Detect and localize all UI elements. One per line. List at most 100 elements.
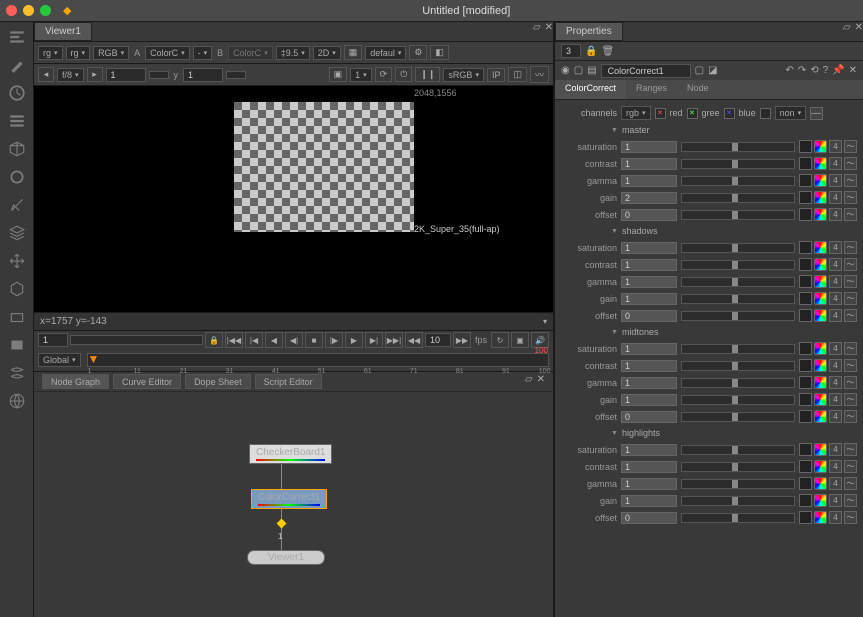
color-wheel-icon[interactable] bbox=[814, 241, 827, 254]
next-icon[interactable]: ▸ bbox=[87, 67, 103, 82]
param-value[interactable] bbox=[621, 209, 677, 221]
fstop[interactable]: f/8 bbox=[57, 68, 84, 82]
viewer-area[interactable]: 2048,1556 2K_Super_35(full-ap) bbox=[34, 86, 553, 312]
chk-blue[interactable]: ✕ bbox=[724, 108, 735, 119]
util-icon-1[interactable]: ▢ bbox=[695, 65, 704, 76]
minimize-window[interactable] bbox=[23, 5, 34, 16]
color-wheel-icon[interactable] bbox=[814, 140, 827, 153]
param-slider[interactable] bbox=[681, 277, 795, 287]
section-master[interactable]: master bbox=[561, 122, 857, 138]
curve-icon[interactable]: ～ bbox=[844, 258, 857, 271]
hexagon-icon[interactable] bbox=[8, 280, 26, 298]
colorc-sel-a[interactable]: ColorC bbox=[145, 46, 190, 60]
close-node-icon[interactable]: ✕ bbox=[849, 65, 857, 76]
node-checkerboard[interactable]: CheckerBoard1 bbox=[249, 444, 332, 464]
loop-back-icon[interactable]: ◀◀ bbox=[405, 332, 423, 348]
refresh-icon[interactable]: ⟳ bbox=[375, 67, 393, 82]
undo-icon[interactable]: ↶ bbox=[785, 65, 793, 76]
playhead-icon[interactable]: ▼ bbox=[88, 352, 100, 366]
float-props-icon[interactable]: ▱ bbox=[843, 22, 851, 41]
help-icon[interactable]: ? bbox=[823, 65, 829, 76]
curve-icon[interactable]: ～ bbox=[844, 342, 857, 355]
swatch-icon[interactable] bbox=[799, 511, 812, 524]
curve-icon[interactable]: ～ bbox=[844, 511, 857, 524]
rgb-sel[interactable]: RGB bbox=[93, 46, 129, 60]
float-icon[interactable]: ▱ bbox=[533, 22, 541, 41]
prev-key-icon[interactable]: |◀ bbox=[245, 332, 263, 348]
param-value[interactable] bbox=[621, 310, 677, 322]
close-tab-icon[interactable]: ✕ bbox=[545, 22, 553, 41]
four-icon[interactable]: 4 bbox=[829, 494, 842, 507]
power-icon[interactable]: ⏻ bbox=[395, 67, 412, 82]
swatch-icon[interactable] bbox=[799, 494, 812, 507]
play-back-icon[interactable]: ◀| bbox=[285, 332, 303, 348]
param-slider[interactable] bbox=[681, 176, 795, 186]
cube-icon[interactable] bbox=[8, 140, 26, 158]
revert-icon[interactable]: ⟲ bbox=[810, 65, 818, 76]
grid-icon[interactable]: ▦ bbox=[344, 45, 363, 60]
color-wheel-icon[interactable] bbox=[814, 443, 827, 456]
redo-icon[interactable]: ↷ bbox=[798, 65, 806, 76]
swatch-icon[interactable] bbox=[799, 477, 812, 490]
loop-icon[interactable]: ↻ bbox=[491, 332, 509, 348]
play-fwd-icon[interactable]: |▶ bbox=[325, 332, 343, 348]
ip-btn[interactable]: IP bbox=[487, 68, 506, 82]
curve-icon[interactable]: ～ bbox=[844, 174, 857, 187]
eye-icon[interactable]: ◉ bbox=[561, 65, 570, 76]
color-wheel-icon[interactable] bbox=[814, 208, 827, 221]
color-wheel-icon[interactable] bbox=[814, 410, 827, 423]
curve-icon[interactable]: ～ bbox=[844, 275, 857, 288]
curve-icon[interactable]: ～ bbox=[844, 376, 857, 389]
param-value[interactable] bbox=[621, 192, 677, 204]
color-wheel-icon[interactable] bbox=[814, 376, 827, 389]
inject-icon[interactable]: — bbox=[810, 107, 823, 120]
param-value[interactable] bbox=[621, 293, 677, 305]
subtab-colorcorrect[interactable]: ColorCorrect bbox=[555, 80, 626, 99]
swatch-icon[interactable] bbox=[799, 258, 812, 271]
param-value[interactable] bbox=[621, 377, 677, 389]
panel-nodegraph[interactable]: Node Graph bbox=[42, 374, 109, 389]
zoom-window[interactable] bbox=[40, 5, 51, 16]
cur-frame[interactable] bbox=[425, 333, 451, 347]
frame-input[interactable] bbox=[106, 68, 146, 82]
list-icon[interactable] bbox=[8, 112, 26, 130]
swatch-icon[interactable] bbox=[799, 275, 812, 288]
last-frame-icon[interactable]: ▶▶| bbox=[385, 332, 403, 348]
param-value[interactable] bbox=[621, 495, 677, 507]
param-slider[interactable] bbox=[681, 378, 795, 388]
four-icon[interactable]: 4 bbox=[829, 140, 842, 153]
close-props-icon[interactable]: ✕ bbox=[855, 22, 863, 41]
param-value[interactable] bbox=[621, 394, 677, 406]
close-window[interactable] bbox=[6, 5, 17, 16]
frame-start[interactable] bbox=[38, 333, 68, 347]
swatch-icon[interactable] bbox=[799, 342, 812, 355]
curve-icon[interactable]: ～ bbox=[844, 410, 857, 423]
four-icon[interactable]: 4 bbox=[829, 393, 842, 406]
swatch-icon[interactable] bbox=[799, 241, 812, 254]
color-wheel-icon[interactable] bbox=[814, 511, 827, 524]
section-midtones[interactable]: midtones bbox=[561, 324, 857, 340]
param-value[interactable] bbox=[621, 175, 677, 187]
scope-sel[interactable]: Global bbox=[38, 353, 81, 367]
dim-sel[interactable]: 2D bbox=[313, 46, 341, 60]
param-slider[interactable] bbox=[681, 210, 795, 220]
fullscreen-icon[interactable]: ▣ bbox=[511, 332, 529, 348]
node-name-field[interactable]: ColorCorrect1 bbox=[601, 64, 691, 78]
mini-slider-2[interactable] bbox=[226, 71, 246, 79]
default-sel[interactable]: defaul bbox=[365, 46, 406, 60]
swatch-icon[interactable] bbox=[799, 443, 812, 456]
param-value[interactable] bbox=[621, 259, 677, 271]
param-value[interactable] bbox=[621, 411, 677, 423]
node-graph[interactable]: CheckerBoard1 ColorCorrect1 1 Viewer1 bbox=[34, 392, 553, 617]
panel-icon[interactable]: ▤ bbox=[587, 65, 596, 76]
section-shadows[interactable]: shadows bbox=[561, 223, 857, 239]
mini-slider-1[interactable] bbox=[149, 71, 169, 79]
panel-script[interactable]: Script Editor bbox=[255, 374, 322, 389]
node-viewer[interactable]: Viewer1 bbox=[247, 550, 325, 565]
next-key-icon[interactable]: ▶| bbox=[365, 332, 383, 348]
four-icon[interactable]: 4 bbox=[829, 460, 842, 473]
viewer-tab[interactable]: Viewer1 bbox=[34, 22, 92, 41]
param-slider[interactable] bbox=[681, 395, 795, 405]
color-wheel-icon[interactable] bbox=[814, 191, 827, 204]
clock-icon[interactable] bbox=[8, 84, 26, 102]
